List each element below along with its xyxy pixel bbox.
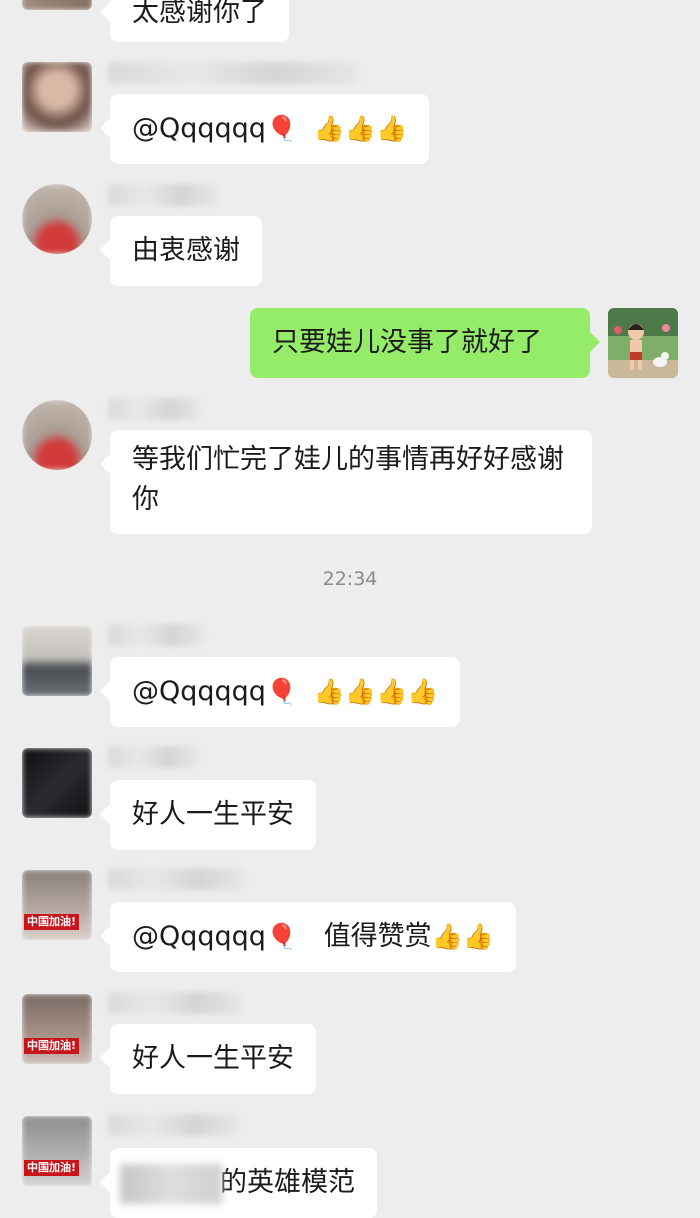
thumbs-up-icon: 👍👍👍 bbox=[313, 114, 408, 143]
message-bubble[interactable]: @Qqqqqq🎈 值得赞赏👍👍 bbox=[100, 902, 516, 972]
message-text: 由衷感谢 bbox=[132, 235, 240, 266]
message-bubble[interactable]: 等我们忙完了娃儿的事情再好好感谢你 bbox=[100, 430, 592, 534]
sender-name-blurred bbox=[108, 62, 358, 84]
avatar[interactable] bbox=[22, 0, 92, 10]
message-text: 值得赞赏 bbox=[323, 921, 432, 952]
thumbs-up-icon: 👍👍 bbox=[431, 922, 494, 951]
avatar[interactable] bbox=[22, 748, 92, 818]
cartoon-boy-icon bbox=[608, 308, 678, 378]
message-text: 好人一生平安 bbox=[132, 799, 294, 830]
balloon-icon: 🎈 bbox=[265, 922, 298, 951]
message-text: 只要娃儿没事了就好了 bbox=[272, 327, 542, 358]
timestamp: 22:34 bbox=[322, 568, 378, 590]
message-bubble[interactable]: 好人一生平安 bbox=[100, 780, 316, 850]
china-badge: 中国加油! bbox=[24, 914, 80, 930]
avatar[interactable] bbox=[22, 400, 92, 470]
thumbs-up-icon: 👍👍👍👍 bbox=[313, 677, 439, 706]
message-text: 的英雄模范 bbox=[220, 1167, 355, 1198]
mention-text[interactable]: @Qqqqqq bbox=[132, 113, 266, 144]
message-bubble[interactable]: @Qqqqqq🎈 👍👍👍 bbox=[99, 94, 430, 164]
redacted-text bbox=[120, 1164, 222, 1204]
sender-name-blurred bbox=[108, 398, 200, 420]
avatar[interactable]: 中国加油! bbox=[22, 870, 92, 940]
message-bubble[interactable]: 太感谢你了 bbox=[100, 0, 289, 42]
avatar[interactable] bbox=[22, 62, 92, 132]
message-text: 好人一生平安 bbox=[132, 1043, 294, 1074]
avatar[interactable]: 中国加油! bbox=[22, 994, 92, 1064]
message-text: 太感谢你了 bbox=[132, 0, 267, 28]
balloon-icon: 🎈 bbox=[265, 114, 298, 143]
avatar-self[interactable] bbox=[608, 308, 678, 378]
mention-text[interactable]: @Qqqqqq bbox=[132, 676, 266, 707]
china-badge: 中国加油! bbox=[24, 1160, 80, 1176]
avatar[interactable]: 中国加油! bbox=[22, 1116, 92, 1186]
avatar[interactable] bbox=[22, 626, 92, 696]
message-bubble-outgoing[interactable]: 只要娃儿没事了就好了 bbox=[250, 308, 600, 378]
balloon-icon: 🎈 bbox=[265, 677, 298, 706]
sender-name-blurred bbox=[108, 184, 218, 206]
mention-text[interactable]: @Qqqqqq bbox=[132, 921, 266, 952]
sender-name-blurred bbox=[108, 624, 204, 646]
message-bubble[interactable]: 由衷感谢 bbox=[100, 216, 262, 286]
message-bubble[interactable]: @Qqqqqq🎈 👍👍👍👍 bbox=[99, 657, 461, 727]
sender-name-blurred bbox=[108, 1114, 238, 1136]
message-text: 等我们忙完了娃儿的事情再好好感谢你 bbox=[132, 444, 564, 515]
message-bubble[interactable]: 好人一生平安 bbox=[100, 1024, 316, 1094]
sender-name-blurred bbox=[108, 868, 244, 890]
avatar[interactable] bbox=[22, 184, 92, 254]
message-bubble[interactable]: 的英雄模范 bbox=[100, 1148, 377, 1218]
sender-name-blurred bbox=[108, 992, 242, 1014]
sender-name-blurred bbox=[108, 746, 198, 768]
china-badge: 中国加油! bbox=[24, 1038, 80, 1054]
